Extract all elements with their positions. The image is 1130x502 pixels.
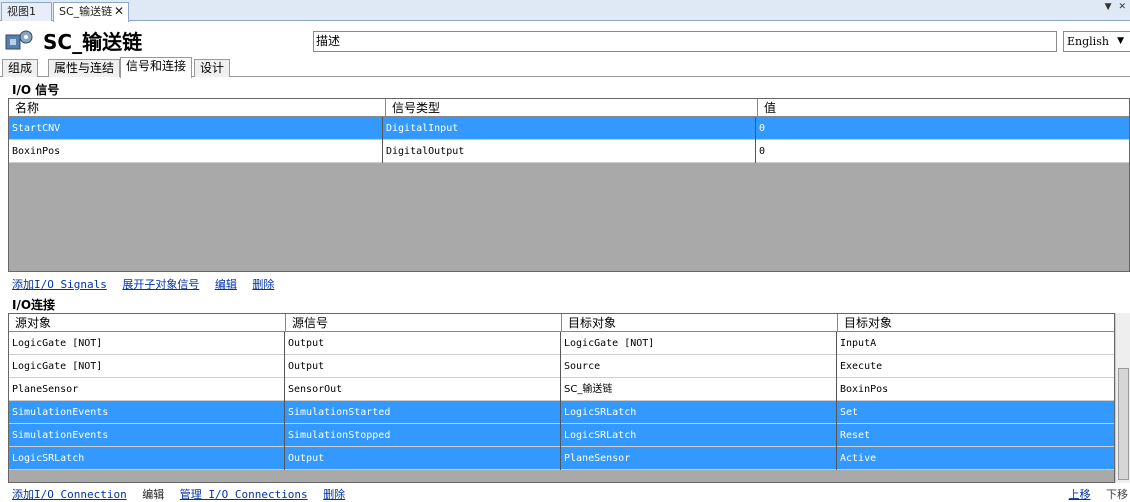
signal-type: DigitalInput bbox=[383, 117, 756, 140]
delete-signal-link[interactable]: 删除 bbox=[252, 278, 274, 291]
edit-signal-link[interactable]: 编辑 bbox=[215, 278, 237, 291]
table-row[interactable]: BoxinPos DigitalOutput 0 bbox=[9, 140, 1129, 163]
column-header[interactable]: 信号类型 bbox=[386, 99, 758, 117]
table-row[interactable]: SimulationEvents SimulationStarted Logic… bbox=[9, 401, 1114, 424]
source-object: PlaneSensor bbox=[9, 378, 285, 401]
io-connections-grid: 源对象 源信号 目标对象 目标对象 LogicGate [NOT] Output… bbox=[8, 313, 1115, 483]
column-header[interactable]: 目标对象 bbox=[838, 314, 1114, 332]
tab-composition-label: 组成 bbox=[8, 61, 33, 75]
chevron-down-icon[interactable]: ▼ bbox=[1105, 2, 1112, 12]
signal-type: DigitalOutput bbox=[383, 140, 756, 163]
delete-connection-link[interactable]: 删除 bbox=[323, 488, 345, 501]
signal-value[interactable]: 0 bbox=[756, 140, 1129, 163]
component-title: SC_输送链 bbox=[43, 30, 143, 54]
column-header[interactable]: 值 bbox=[758, 99, 1129, 117]
language-select[interactable]: English ▼ bbox=[1063, 31, 1130, 52]
tab-signals-label: 信号和连接 bbox=[126, 59, 187, 73]
smart-component-icon bbox=[5, 30, 33, 50]
source-signal: Output bbox=[285, 447, 561, 470]
target-signal: InputA bbox=[840, 338, 877, 349]
close-icon[interactable]: ✕ bbox=[114, 3, 124, 20]
io-connections-actions: 添加I/O Connection 编辑 管理 I/O Connections 删… bbox=[12, 486, 357, 502]
column-header[interactable]: 名称 bbox=[9, 99, 386, 117]
source-object: LogicGate [NOT] bbox=[9, 355, 285, 378]
io-signals-header: 名称 信号类型 值 bbox=[9, 99, 1129, 117]
table-row[interactable]: StartCNV DigitalInput 0 bbox=[9, 117, 1129, 140]
chevron-down-icon: ▼ bbox=[1117, 36, 1124, 46]
signal-name: StartCNV bbox=[9, 117, 383, 140]
column-header[interactable]: 源信号 bbox=[286, 314, 562, 332]
connections-scrollbar[interactable] bbox=[1115, 313, 1130, 483]
source-object: SimulationEvents bbox=[9, 424, 285, 447]
target-object: LogicGate [NOT] bbox=[561, 332, 837, 355]
source-object: LogicGate [NOT] bbox=[9, 332, 285, 355]
target-object: SC_输送链 bbox=[561, 378, 837, 401]
move-controls: 上移 下移 bbox=[1069, 486, 1129, 502]
table-row[interactable]: SimulationEvents SimulationStopped Logic… bbox=[9, 424, 1114, 447]
target-object: LogicSRLatch bbox=[561, 401, 837, 424]
source-signal: SimulationStarted bbox=[285, 401, 561, 424]
source-signal: Output bbox=[285, 355, 561, 378]
table-row[interactable]: LogicSRLatch Output PlaneSensor Active bbox=[9, 447, 1114, 470]
tab-view1-label: 视图1 bbox=[7, 5, 36, 18]
target-signal: Execute bbox=[840, 361, 883, 372]
column-header[interactable]: 源对象 bbox=[9, 314, 286, 332]
scrollbar-thumb[interactable] bbox=[1118, 368, 1129, 480]
column-header[interactable]: 目标对象 bbox=[562, 314, 838, 332]
expand-child-signals-link[interactable]: 展开子对象信号 bbox=[122, 278, 199, 291]
target-object: PlaneSensor bbox=[561, 447, 837, 470]
add-connection-link[interactable]: 添加I/O Connection bbox=[12, 488, 127, 501]
target-signal: Reset bbox=[840, 430, 871, 441]
table-row[interactable]: LogicGate [NOT] Output Source Execute bbox=[9, 355, 1114, 378]
io-signals-actions: 添加I/O Signals 展开子对象信号 编辑 删除 bbox=[12, 276, 286, 292]
target-signal: Set bbox=[840, 407, 859, 418]
tab-sc-conveyor-label: SC_输送链 bbox=[59, 5, 113, 18]
close-window-icon[interactable]: ✕ bbox=[1118, 2, 1126, 12]
description-field[interactable]: 描述 bbox=[313, 31, 1057, 52]
io-connections-header: 源对象 源信号 目标对象 目标对象 bbox=[9, 314, 1114, 332]
source-object: SimulationEvents bbox=[9, 401, 285, 424]
target-object: LogicSRLatch bbox=[561, 424, 837, 447]
language-value: English bbox=[1067, 35, 1109, 48]
io-signals-grid: 名称 信号类型 值 StartCNV DigitalInput 0 BoxinP… bbox=[8, 98, 1130, 272]
source-signal: Output bbox=[285, 332, 561, 355]
source-signal: SimulationStopped bbox=[285, 424, 561, 447]
source-object: LogicSRLatch bbox=[9, 447, 285, 470]
move-up-link[interactable]: 上移 bbox=[1069, 488, 1091, 501]
io-signals-heading: I/O 信号 bbox=[12, 83, 60, 97]
target-object: Source bbox=[561, 355, 837, 378]
signal-value[interactable]: 0 bbox=[756, 117, 1129, 140]
tab-design[interactable]: 设计 bbox=[194, 59, 231, 77]
io-connections-heading: I/O连接 bbox=[12, 298, 56, 312]
tab-view1[interactable]: 视图1 bbox=[1, 2, 52, 21]
move-down-link: 下移 bbox=[1106, 488, 1128, 501]
target-signal: Active bbox=[840, 453, 877, 464]
document-tab-strip: 视图1 SC_输送链 ✕ ▼ ✕ bbox=[0, 0, 1130, 22]
source-signal: SensorOut bbox=[285, 378, 561, 401]
tab-strip-menu: ▼ ✕ bbox=[1101, 2, 1126, 12]
manage-connections-link[interactable]: 管理 I/O Connections bbox=[180, 488, 308, 501]
add-signal-link[interactable]: 添加I/O Signals bbox=[12, 278, 107, 291]
tab-signals[interactable]: 信号和连接 bbox=[120, 57, 193, 78]
target-signal: BoxinPos bbox=[840, 384, 889, 395]
signal-name: BoxinPos bbox=[9, 140, 383, 163]
component-tabs: 组成 属性与连结 信号和连接 设计 bbox=[0, 57, 1130, 78]
tab-sc-conveyor[interactable]: SC_输送链 ✕ bbox=[53, 2, 129, 22]
tab-design-label: 设计 bbox=[200, 61, 225, 75]
tab-composition[interactable]: 组成 bbox=[2, 59, 39, 77]
edit-connection-link: 编辑 bbox=[142, 488, 165, 501]
table-row[interactable]: LogicGate [NOT] Output LogicGate [NOT] I… bbox=[9, 332, 1114, 355]
table-row[interactable]: PlaneSensor SensorOut SC_输送链 BoxinPos bbox=[9, 378, 1114, 401]
tab-properties-label: 属性与连结 bbox=[54, 61, 115, 75]
tab-properties[interactable]: 属性与连结 bbox=[48, 59, 121, 77]
